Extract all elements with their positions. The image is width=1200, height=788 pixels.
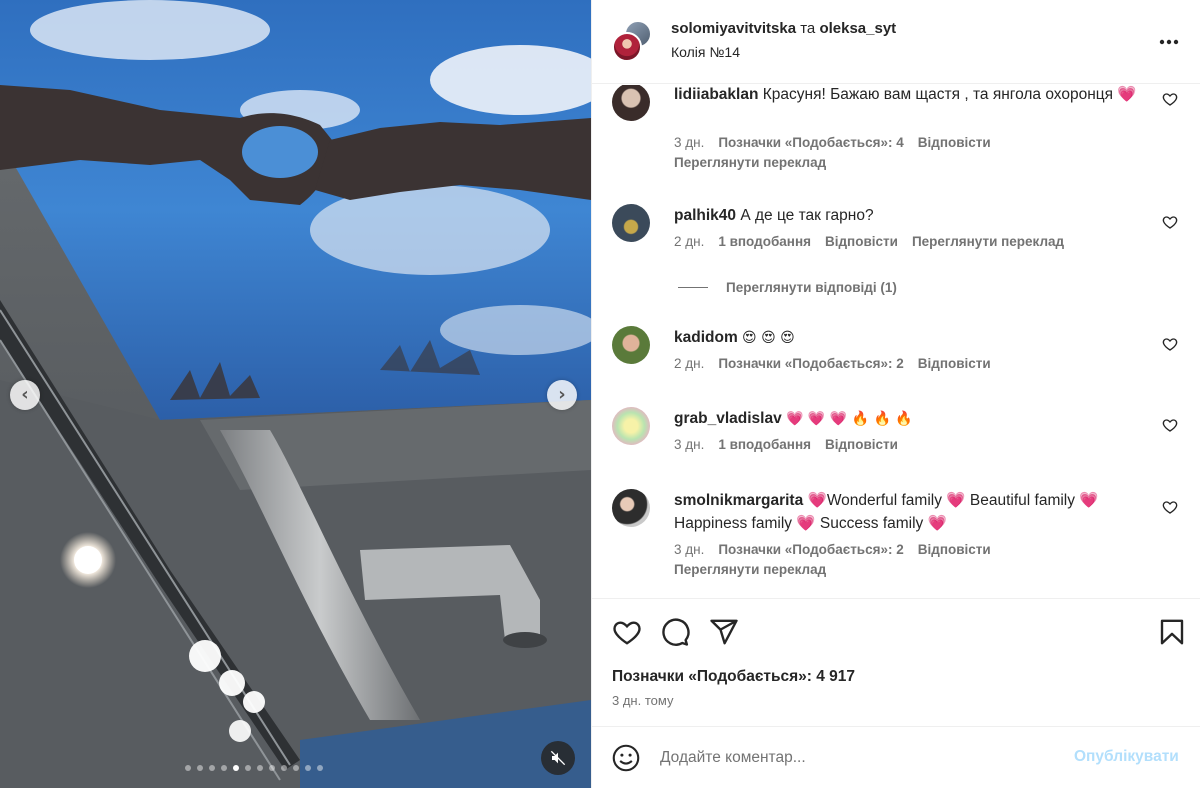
comment-likes[interactable]: Позначки «Подобається»: 2 (718, 356, 903, 371)
carousel-dot (269, 765, 275, 771)
comment-content: 😍 😍 😍 (742, 330, 795, 346)
next-slide-button[interactable]: › (547, 380, 577, 410)
carousel-dot (317, 765, 323, 771)
chevron-right-icon: › (558, 384, 566, 405)
comment-time[interactable]: 3 дн. (674, 437, 704, 452)
comment-text: kadidom 😍 😍 😍 (674, 326, 1164, 350)
reply-button[interactable]: Відповісти (918, 356, 991, 371)
comment-composer: Опублікувати (592, 726, 1200, 788)
view-replies-button[interactable]: Переглянути відповіді (1) (678, 280, 897, 295)
post-header: solomiyavitvitska та oleksa_syt Колія №1… (592, 0, 1200, 84)
heart-icon[interactable] (1162, 417, 1178, 433)
publish-button[interactable]: Опублікувати (1074, 748, 1179, 766)
comment-likes[interactable]: Позначки «Подобається»: 4 (718, 135, 903, 150)
avatar[interactable] (612, 85, 650, 121)
reply-button[interactable]: Відповісти (825, 234, 898, 249)
video-frame (0, 0, 591, 788)
comment-meta: 2 дн. Позначки «Подобається»: 2 Відповіс… (674, 356, 991, 371)
divider (678, 287, 708, 288)
comment-meta: 3 дн. Позначки «Подобається»: 2 Відповіс… (674, 542, 991, 557)
comment-content: А де це так гарно? (740, 207, 874, 224)
comment-username[interactable]: smolnikmargarita (674, 492, 803, 509)
chevron-left-icon: ‹ (21, 384, 29, 405)
comment-text: smolnikmargarita 💗Wonderful family 💗 Bea… (674, 489, 1164, 535)
post-side-panel: solomiyavitvitska та oleksa_syt Колія №1… (591, 0, 1200, 788)
author-username-link[interactable]: solomiyavitvitska (671, 20, 796, 37)
comment-text: palhik40 А де це так гарно? (674, 204, 1164, 227)
comment-time[interactable]: 3 дн. (674, 135, 704, 150)
comment-username[interactable]: kadidom (674, 329, 738, 346)
post-timestamp[interactable]: 3 дн. тому (612, 693, 673, 708)
reply-button[interactable]: Відповісти (918, 135, 991, 150)
see-translation-link[interactable]: Переглянути переклад (674, 155, 826, 170)
more-icon (1159, 39, 1179, 45)
carousel-dot (221, 765, 227, 771)
view-replies-label: Переглянути відповіді (1) (726, 280, 897, 295)
previous-slide-button[interactable]: ‹ (10, 380, 40, 410)
comment-meta: 3 дн. Позначки «Подобається»: 4 Відповіс… (674, 135, 991, 150)
carousel-dot (197, 765, 203, 771)
carousel-indicator (185, 765, 323, 771)
heart-icon[interactable] (1162, 336, 1178, 352)
reply-button[interactable]: Відповісти (825, 437, 898, 452)
carousel-dot (305, 765, 311, 771)
emoji-icon[interactable] (612, 744, 640, 772)
instagram-post-dialog: ‹ › solomiyavitvitska та oleksa_syt Колі… (0, 0, 1200, 788)
post-media[interactable]: ‹ › (0, 0, 591, 788)
more-options-button[interactable] (1157, 30, 1181, 54)
avatar (612, 32, 642, 62)
comment-likes[interactable]: 1 вподобання (718, 437, 811, 452)
comment-username[interactable]: lidiiabaklan (674, 86, 758, 103)
comment-username[interactable]: grab_vladislav (674, 410, 782, 427)
like-heart-icon[interactable] (612, 617, 642, 647)
bookmark-icon[interactable] (1157, 617, 1187, 647)
avatar[interactable] (612, 407, 650, 445)
comment-likes[interactable]: 1 вподобання (718, 234, 811, 249)
comment-time[interactable]: 3 дн. (674, 542, 704, 557)
comment-meta: 3 дн. 1 вподобання Відповісти (674, 437, 898, 452)
comment-text: lidiiabaklan Красуня! Бажаю вам щастя , … (674, 85, 1164, 106)
carousel-dot (245, 765, 251, 771)
speaker-muted-icon (550, 750, 566, 766)
carousel-dot (185, 765, 191, 771)
comment-bubble-icon[interactable] (660, 617, 690, 647)
comment-time[interactable]: 2 дн. (674, 356, 704, 371)
comment-meta: 2 дн. 1 вподобання Відповісти Переглянут… (674, 234, 1064, 249)
comments-list[interactable]: lidiiabaklan Красуня! Бажаю вам щастя , … (592, 85, 1200, 598)
avatar[interactable] (612, 326, 650, 364)
post-location[interactable]: Колія №14 (671, 44, 740, 60)
carousel-dot (281, 765, 287, 771)
carousel-dot (257, 765, 263, 771)
share-send-icon[interactable] (709, 617, 739, 647)
heart-icon[interactable] (1162, 91, 1178, 107)
heart-icon[interactable] (1162, 214, 1178, 230)
post-actions: Позначки «Подобається»: 4 917 3 дн. тому (592, 598, 1200, 726)
comment-text: grab_vladislav 💗 💗 💗 🔥 🔥 🔥 (674, 407, 1164, 431)
comment-time[interactable]: 2 дн. (674, 234, 704, 249)
authors-joiner: та (800, 20, 816, 37)
see-translation-link[interactable]: Переглянути переклад (912, 234, 1064, 249)
carousel-dot (209, 765, 215, 771)
mute-toggle-button[interactable] (541, 741, 575, 775)
collab-avatars[interactable] (612, 20, 654, 62)
comment-username[interactable]: palhik40 (674, 207, 736, 224)
comment-content: Красуня! Бажаю вам щастя , та янгола охо… (762, 86, 1137, 103)
avatar[interactable] (612, 489, 650, 527)
carousel-dot (233, 765, 239, 771)
likes-count[interactable]: Позначки «Подобається»: 4 917 (612, 668, 855, 686)
heart-icon[interactable] (1162, 499, 1178, 515)
avatar[interactable] (612, 204, 650, 242)
reply-button[interactable]: Відповісти (918, 542, 991, 557)
author-username-link[interactable]: oleksa_syt (819, 20, 896, 37)
carousel-dot (293, 765, 299, 771)
comment-likes[interactable]: Позначки «Подобається»: 2 (718, 542, 903, 557)
see-translation-link[interactable]: Переглянути переклад (674, 562, 826, 577)
comment-content: 💗 💗 💗 🔥 🔥 🔥 (786, 411, 913, 427)
comment-input[interactable] (660, 745, 1060, 771)
post-authors: solomiyavitvitska та oleksa_syt (671, 20, 896, 37)
